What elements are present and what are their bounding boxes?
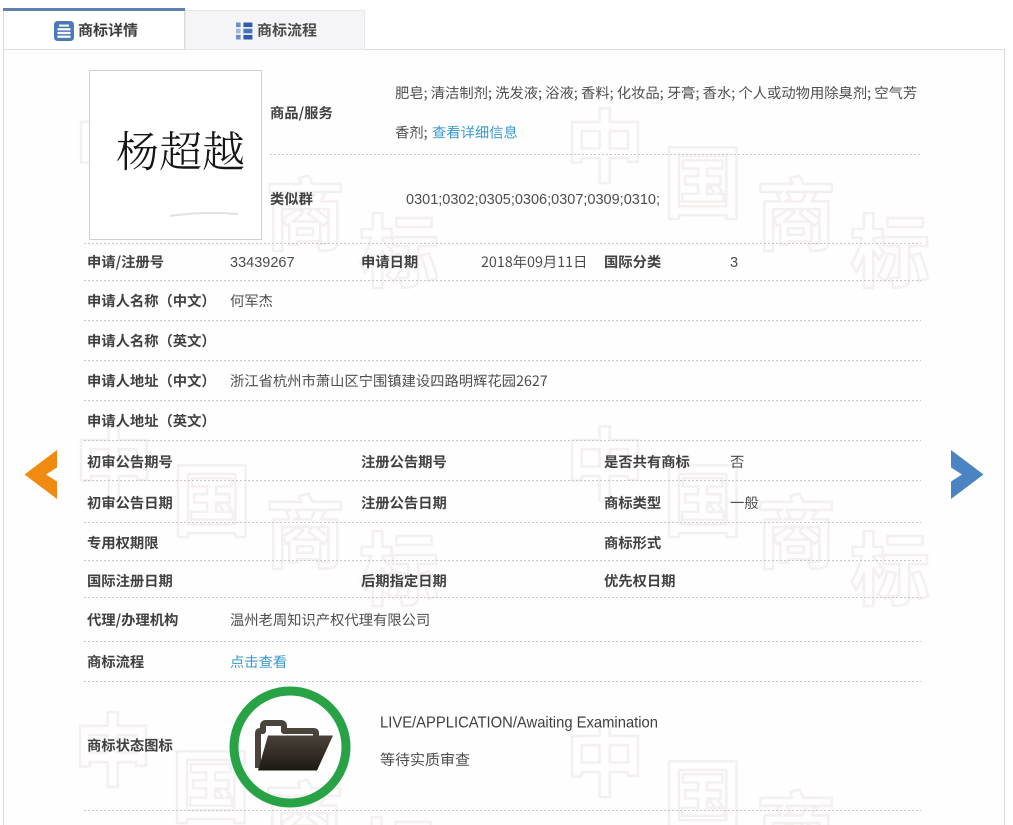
svg-text:33439267: 33439267 (230, 255, 295, 271)
svg-text:3: 3 (730, 255, 738, 271)
svg-text:0301;0302;0305;0306;0307;0309;: 0301;0302;0305;0306;0307;0309;0310; (406, 192, 660, 208)
svg-text:LIVE/APPLICATION/Awaiting Exam: LIVE/APPLICATION/Awaiting Examination (380, 715, 658, 732)
